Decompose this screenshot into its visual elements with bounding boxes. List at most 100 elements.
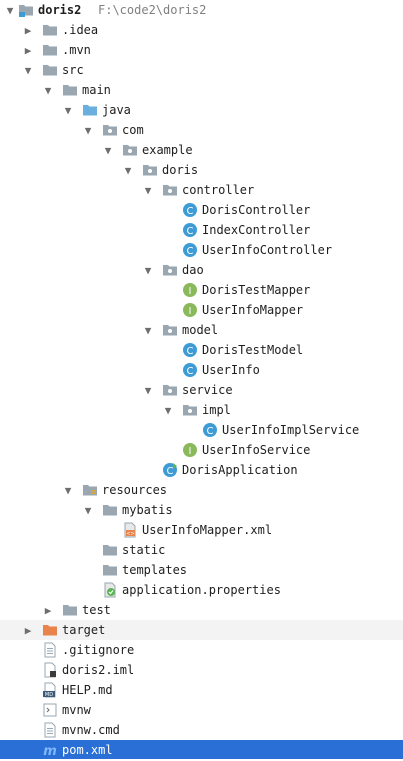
package-icon	[142, 162, 158, 178]
svg-text:<>: <>	[126, 531, 134, 537]
tree-label: DorisTestModel	[202, 343, 304, 357]
excluded-folder-icon	[42, 622, 58, 638]
tree-row-target[interactable]: ▶ target	[0, 620, 403, 640]
tree-row-static[interactable]: static	[0, 540, 403, 560]
svg-text:C: C	[187, 226, 194, 237]
tree-label: DorisApplication	[182, 463, 298, 477]
module-folder-icon	[18, 2, 34, 18]
chevron-right-icon[interactable]: ▶	[22, 623, 34, 637]
tree-row-java[interactable]: ▼ java	[0, 100, 403, 120]
tree-row-main[interactable]: ▼ main	[0, 80, 403, 100]
tree-row-idea[interactable]: ▶ .idea	[0, 20, 403, 40]
tree-row-test[interactable]: ▶ test	[0, 600, 403, 620]
svg-text:I: I	[189, 286, 192, 297]
chevron-down-icon[interactable]: ▼	[142, 323, 154, 337]
tree-row-userinfo-mapper-xml[interactable]: <> UserInfoMapper.xml	[0, 520, 403, 540]
tree-row-doris[interactable]: ▼ doris	[0, 160, 403, 180]
svg-text:I: I	[189, 306, 192, 317]
chevron-down-icon[interactable]: ▼	[142, 263, 154, 277]
tree-row-doris2-iml[interactable]: doris2.iml	[0, 660, 403, 680]
tree-label: .gitignore	[62, 643, 135, 657]
source-folder-icon	[82, 102, 98, 118]
chevron-right-icon[interactable]: ▶	[22, 23, 34, 37]
tree-label: UserInfoMapper.xml	[142, 523, 273, 537]
package-icon	[162, 322, 178, 338]
tree-label: IndexController	[202, 223, 311, 237]
tree-row-help-md[interactable]: MD HELP.md	[0, 680, 403, 700]
chevron-down-icon[interactable]: ▼	[4, 3, 16, 17]
interface-icon: I	[182, 442, 198, 458]
folder-icon	[102, 502, 118, 518]
tree-row-doris-test-model[interactable]: C DorisTestModel	[0, 340, 403, 360]
tree-row-example[interactable]: ▼ example	[0, 140, 403, 160]
tree-label: doris	[162, 163, 199, 177]
chevron-down-icon[interactable]: ▼	[122, 163, 134, 177]
class-icon: C	[202, 422, 218, 438]
svg-text:MD: MD	[45, 692, 53, 698]
tree-row-templates[interactable]: templates	[0, 560, 403, 580]
tree-row-controller[interactable]: ▼ controller	[0, 180, 403, 200]
tree-row-service[interactable]: ▼ service	[0, 380, 403, 400]
tree-label: main	[82, 83, 111, 97]
tree-row-userinfo[interactable]: C UserInfo	[0, 360, 403, 380]
chevron-down-icon[interactable]: ▼	[142, 383, 154, 397]
chevron-down-icon[interactable]: ▼	[62, 483, 74, 497]
tree-row-model[interactable]: ▼ model	[0, 320, 403, 340]
tree-row-impl[interactable]: ▼ impl	[0, 400, 403, 420]
svg-text:C: C	[167, 466, 174, 477]
tree-row-doris-application[interactable]: C DorisApplication	[0, 460, 403, 480]
tree-row-application-properties[interactable]: application.properties	[0, 580, 403, 600]
tree-row-mvn[interactable]: ▶ .mvn	[0, 40, 403, 60]
tree-row-userinfo-impl-service[interactable]: C UserInfoImplService	[0, 420, 403, 440]
tree-row-mvnw-cmd[interactable]: mvnw.cmd	[0, 720, 403, 740]
package-icon	[162, 182, 178, 198]
folder-icon	[42, 42, 58, 58]
chevron-right-icon[interactable]: ▶	[42, 603, 54, 617]
interface-icon: I	[182, 282, 198, 298]
script-file-icon	[42, 702, 58, 718]
package-icon	[162, 262, 178, 278]
tree-row-userinfo-service[interactable]: I UserInfoService	[0, 440, 403, 460]
folder-icon	[102, 562, 118, 578]
chevron-right-icon[interactable]: ▶	[22, 43, 34, 57]
chevron-down-icon[interactable]: ▼	[82, 503, 94, 517]
chevron-down-icon[interactable]: ▼	[82, 123, 94, 137]
svg-text:C: C	[187, 366, 194, 377]
tree-row-userinfo-controller[interactable]: C UserInfoController	[0, 240, 403, 260]
tree-label: mvnw.cmd	[62, 723, 120, 737]
folder-icon	[62, 602, 78, 618]
chevron-down-icon[interactable]: ▼	[42, 83, 54, 97]
folder-icon	[42, 22, 58, 38]
class-icon: C	[182, 202, 198, 218]
class-icon: C	[182, 242, 198, 258]
chevron-down-icon[interactable]: ▼	[62, 103, 74, 117]
tree-row-index-controller[interactable]: C IndexController	[0, 220, 403, 240]
class-icon: C	[182, 362, 198, 378]
tree-row-userinfo-mapper[interactable]: I UserInfoMapper	[0, 300, 403, 320]
tree-row-dao[interactable]: ▼ dao	[0, 260, 403, 280]
folder-icon	[42, 62, 58, 78]
tree-label: DorisTestMapper	[202, 283, 311, 297]
tree-row-doris-test-mapper[interactable]: I DorisTestMapper	[0, 280, 403, 300]
tree-label: test	[82, 603, 111, 617]
tree-row-doris2[interactable]: ▼ doris2 F:\code2\doris2	[0, 0, 403, 20]
chevron-down-icon[interactable]: ▼	[102, 143, 114, 157]
maven-file-icon: m	[42, 742, 58, 759]
chevron-down-icon[interactable]: ▼	[22, 63, 34, 77]
tree-row-gitignore[interactable]: .gitignore	[0, 640, 403, 660]
chevron-down-icon[interactable]: ▼	[142, 183, 154, 197]
text-file-icon	[42, 722, 58, 738]
tree-row-resources[interactable]: ▼ resources	[0, 480, 403, 500]
tree-label: resources	[102, 483, 168, 497]
interface-icon: I	[182, 302, 198, 318]
xml-file-icon: <>	[122, 522, 138, 538]
tree-row-mvnw[interactable]: mvnw	[0, 700, 403, 720]
tree-row-src[interactable]: ▼ src	[0, 60, 403, 80]
spring-class-icon: C	[162, 462, 178, 478]
folder-icon	[102, 542, 118, 558]
tree-row-doris-controller[interactable]: C DorisController	[0, 200, 403, 220]
tree-row-com[interactable]: ▼ com	[0, 120, 403, 140]
chevron-down-icon[interactable]: ▼	[162, 403, 174, 417]
tree-row-pom-xml[interactable]: m pom.xml	[0, 740, 403, 759]
tree-row-mybatis[interactable]: ▼ mybatis	[0, 500, 403, 520]
